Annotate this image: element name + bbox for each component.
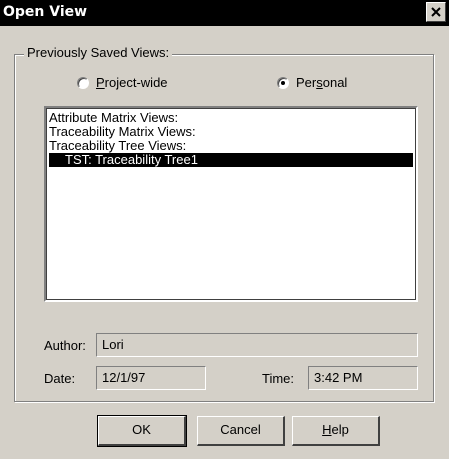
list-item-selected[interactable]: TST: Traceability Tree1 xyxy=(49,153,413,167)
views-listbox[interactable]: Attribute Matrix Views: Traceability Mat… xyxy=(44,106,418,302)
group-label: Previously Saved Views: xyxy=(24,45,173,60)
author-label: Author: xyxy=(44,338,86,353)
title-bar[interactable]: Open View xyxy=(0,0,449,26)
close-button[interactable] xyxy=(426,2,446,22)
close-icon xyxy=(431,7,441,17)
author-field: Lori xyxy=(96,333,418,357)
radio-label-project-wide: Project-wide xyxy=(96,75,168,90)
radio-circle xyxy=(77,77,89,89)
date-label: Date: xyxy=(44,371,76,386)
list-item[interactable]: Attribute Matrix Views: xyxy=(49,111,178,125)
date-field: 12/1/97 xyxy=(96,366,206,390)
help-label: elp xyxy=(331,422,349,437)
radio-dot xyxy=(281,81,285,85)
list-item[interactable]: Traceability Tree Views: xyxy=(49,139,186,153)
time-field: 3:42 PM xyxy=(308,366,418,390)
window-title: Open View xyxy=(3,4,88,20)
radio-circle xyxy=(277,77,289,89)
radio-project-wide[interactable]: Project-wide xyxy=(77,75,217,93)
help-button[interactable]: Help xyxy=(292,416,380,446)
list-item[interactable]: Traceability Matrix Views: xyxy=(49,125,196,139)
help-accel: H xyxy=(322,422,332,437)
radio-label-personal: Personal xyxy=(296,75,348,90)
time-label: Time: xyxy=(262,371,295,386)
radio-personal[interactable]: Personal xyxy=(277,75,387,93)
cancel-button[interactable]: Cancel xyxy=(197,416,285,446)
ok-button[interactable]: OK xyxy=(97,415,187,447)
